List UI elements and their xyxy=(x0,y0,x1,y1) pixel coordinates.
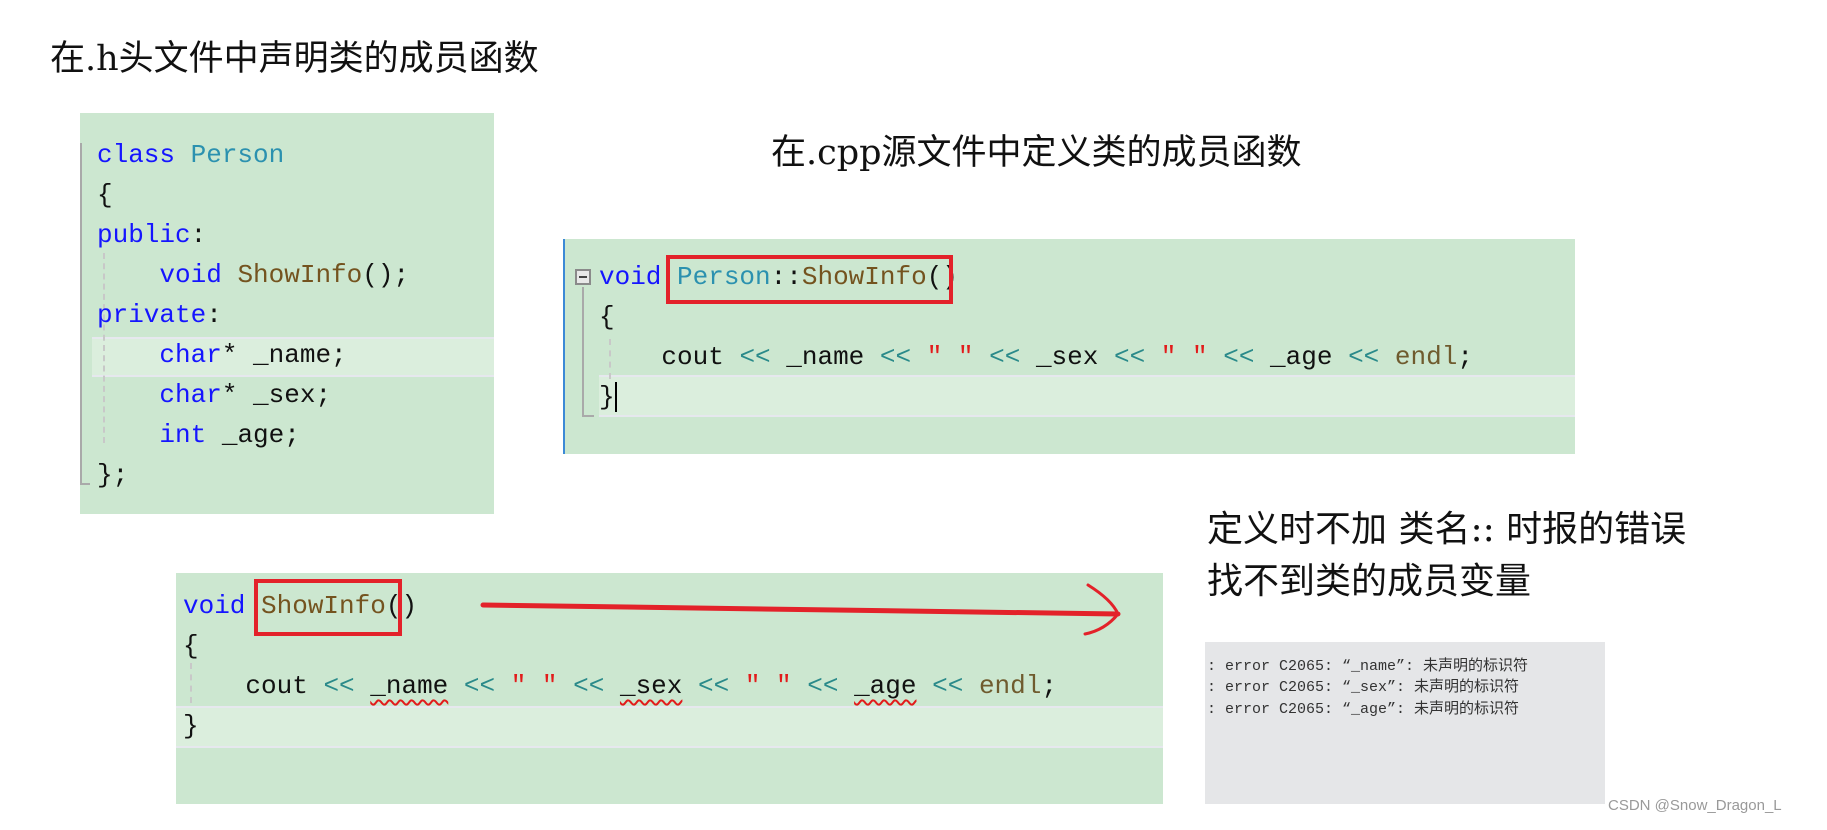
error-line: : error C2065: “_age”: 未声明的标识符 xyxy=(1207,701,1520,718)
arrow-head xyxy=(1083,583,1120,636)
arrow-shaft xyxy=(480,602,1121,617)
error-output-panel: : error C2065: “_name”: 未声明的标识符 : error … xyxy=(1205,642,1605,804)
watermark: CSDN @Snow_Dragon_L xyxy=(1608,797,1782,814)
error-line: : error C2065: “_sex”: 未声明的标识符 xyxy=(1207,679,1520,696)
error-line: : error C2065: “_name”: 未声明的标识符 xyxy=(1207,658,1529,675)
